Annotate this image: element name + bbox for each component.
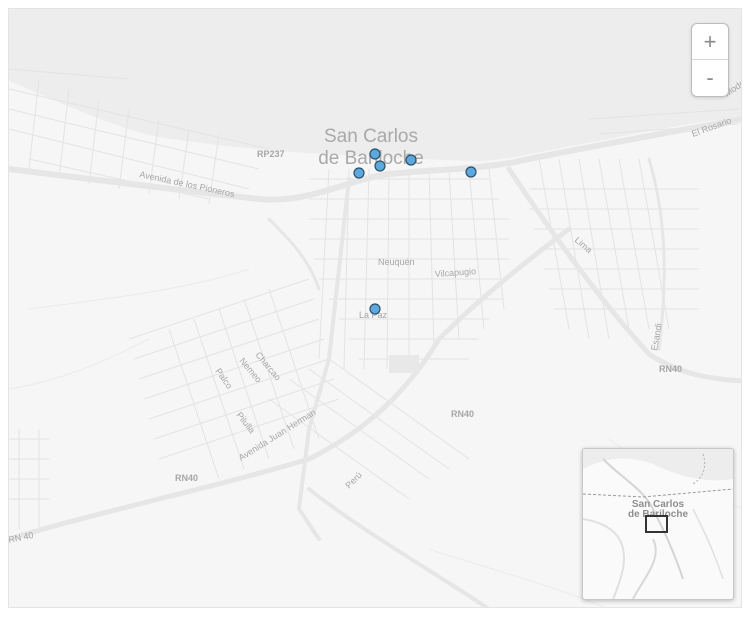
zoom-in-button[interactable]: + — [692, 24, 728, 60]
road-label-lima: Lima — [573, 235, 594, 255]
road-label-neuquen: Neuquén — [378, 257, 415, 267]
road-label-rp237: RP237 — [257, 149, 285, 159]
road-label-peru: Perú — [343, 470, 364, 491]
road-label-rn40-d: RN 40 — [9, 530, 34, 545]
map-marker[interactable] — [405, 154, 417, 166]
park-area — [389, 355, 419, 373]
map-marker[interactable] — [369, 148, 381, 160]
road-label-vilcapugio: Vilcapugio — [434, 266, 476, 279]
map-marker[interactable] — [353, 167, 365, 179]
zoom-out-button[interactable]: - — [692, 60, 728, 96]
road-label-rn40-a: RN40 — [175, 473, 198, 483]
map-marker[interactable] — [374, 160, 386, 172]
map-marker[interactable] — [465, 166, 477, 178]
minimap[interactable]: San Carlos de Bariloche — [582, 448, 734, 600]
road-label-rn40-b: RN40 — [451, 409, 474, 419]
minimap-viewport-box[interactable] — [645, 515, 668, 533]
zoom-control: + - — [691, 23, 729, 97]
map-marker[interactable] — [369, 303, 381, 315]
road-label-rn40-c: RN40 — [659, 364, 682, 374]
city-label-line1: San Carlos — [324, 126, 418, 147]
map-container[interactable]: RP237 Avenida de los Pioneros Neuquén Vi… — [8, 8, 742, 608]
